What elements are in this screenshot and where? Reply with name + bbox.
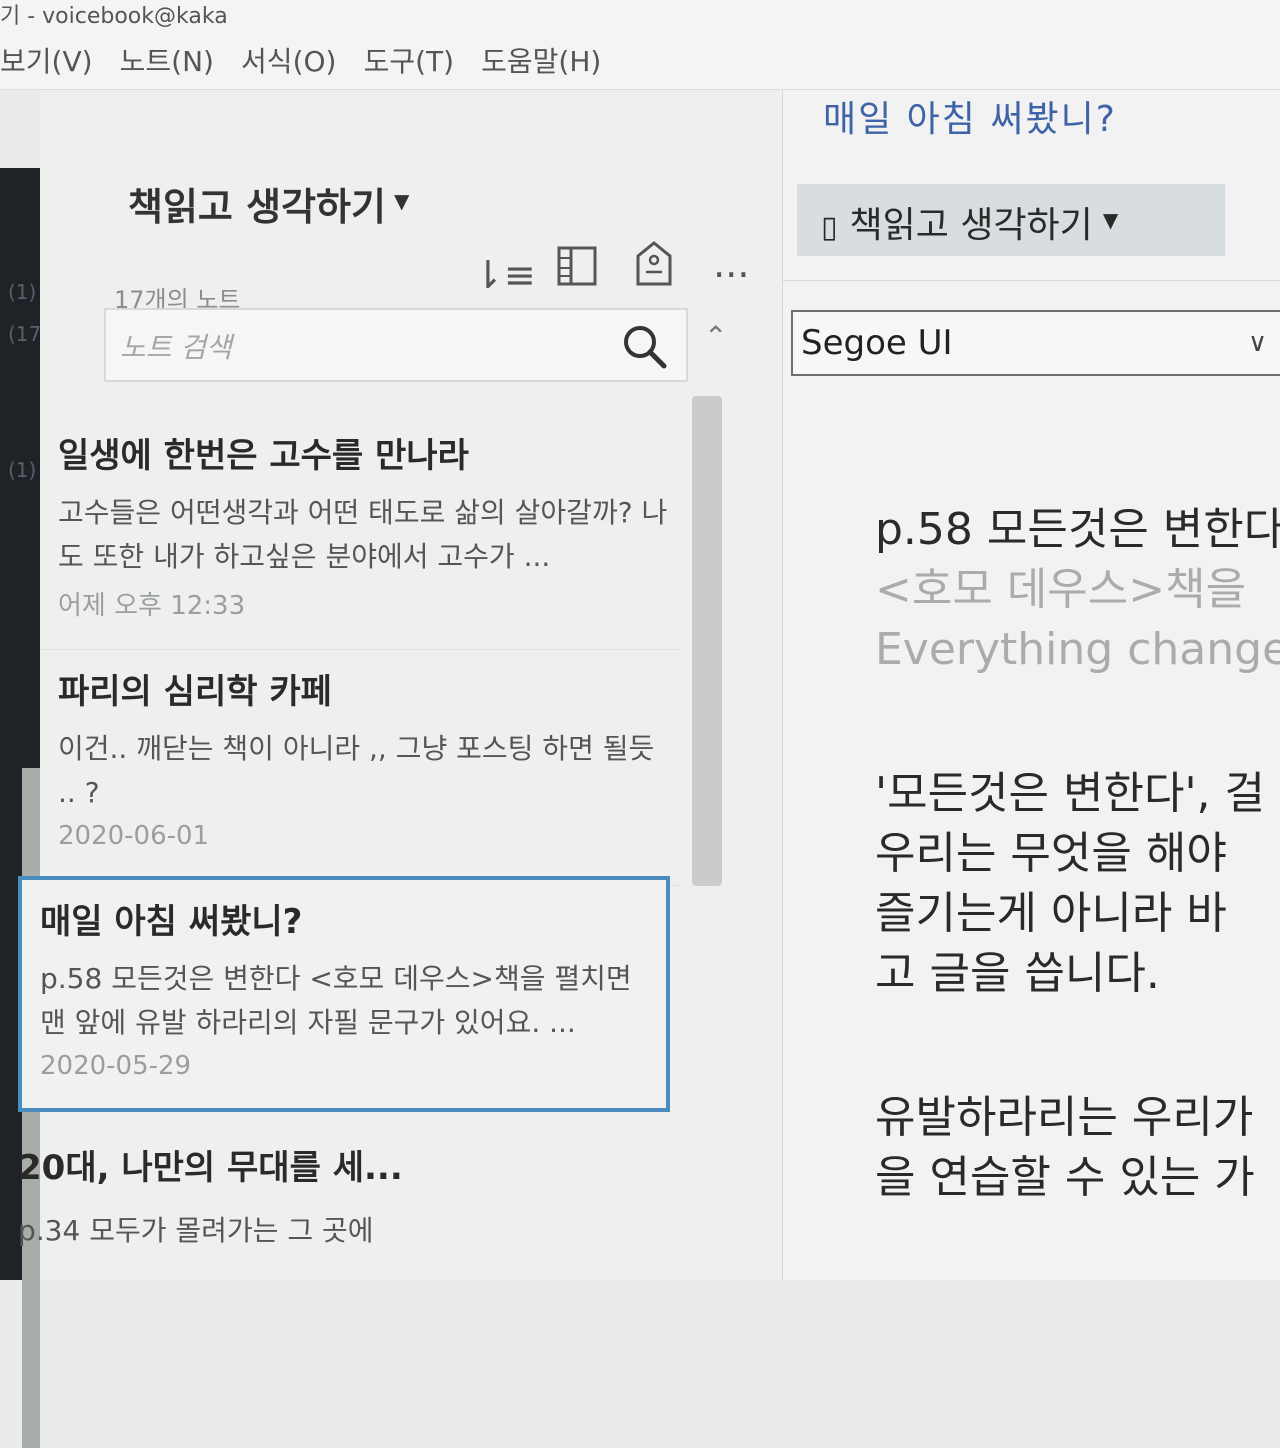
body-line: 고 글을 씁니다. <box>875 948 1160 999</box>
note-list-item[interactable]: 20대, 나만의 무대를 세... p.34 모두가 몰려가는 그 곳에 <box>0 1140 640 1253</box>
sidebar-count-badge[interactable]: (1) <box>8 458 36 482</box>
body-line: '모든것은 변한다', 걸 <box>875 768 1265 819</box>
body-line: <호모 데우스>책을 <box>875 564 1247 615</box>
note-snippet: 이건.. 깨닫는 책이 아니라 ,, 그냥 포스팅 하면 될듯 .. ? <box>58 732 655 809</box>
tag-icon[interactable] <box>626 240 682 296</box>
sidebar-count-badge[interactable]: (1) <box>8 280 36 304</box>
font-family-dropdown[interactable]: Segoe UI ∨ <box>791 310 1280 376</box>
menu-bar: 보기(V) 노트(N) 서식(O) 도구(T) 도움말(H) <box>0 34 1280 90</box>
note-title: 매일 아침 써봤니? <box>40 902 303 942</box>
note-list-item[interactable]: 파리의 심리학 카페 이건.. 깨닫는 책이 아니라 ,, 그냥 포스팅 하면 … <box>40 664 680 886</box>
notebook-selector[interactable]: 책읽고 생각하기 ▼ <box>128 176 409 231</box>
chevron-down-icon: ∨ <box>1248 328 1268 358</box>
menu-format[interactable]: 서식(O) <box>241 34 336 90</box>
note-search-box <box>104 308 688 382</box>
font-family-value: Segoe UI <box>801 323 953 363</box>
editor-note-title[interactable]: 매일 아침 써봤니? <box>823 90 1117 142</box>
note-title: 파리의 심리학 카페 <box>58 672 332 712</box>
body-line: 을 연습할 수 있는 가 <box>875 1152 1255 1203</box>
body-line: p.58 모든것은 변한다 <box>875 504 1280 555</box>
note-list-item-selected[interactable]: 매일 아침 써봤니? p.58 모든것은 변한다 <호모 데우스>책을 펼치면 … <box>18 876 670 1112</box>
menu-view[interactable]: 보기(V) <box>0 34 93 90</box>
chevron-up-icon[interactable]: ⌃ <box>704 320 727 353</box>
menu-tools[interactable]: 도구(T) <box>364 34 454 90</box>
note-snippet: 고수들은 어떤생각과 어떤 태도로 삶의 살아갈까? 나도 또한 내가 하고싶은… <box>58 496 668 573</box>
view-icon[interactable] <box>549 244 605 300</box>
note-list-panel: 책읽고 생각하기▼ ⇂≡ ··· 17개의 노트 ⌃ 일생에 한번은 고수를 만… <box>18 90 783 1280</box>
caret-down-icon: ▼ <box>1102 208 1119 232</box>
menu-help[interactable]: 도움말(H) <box>481 34 601 90</box>
menu-note[interactable]: 노트(N) <box>120 34 214 90</box>
notebook-icon: ▯ <box>821 210 838 245</box>
note-title: 일생에 한번은 고수를 만나라 <box>58 436 469 476</box>
body-line: Everything changes <box>875 624 1280 675</box>
window-titlebar: 기 - voicebook@kaka <box>0 0 1280 34</box>
note-list-scrollbar[interactable] <box>692 396 722 886</box>
search-input[interactable] <box>118 328 602 366</box>
note-date: 2020-05-29 <box>40 1051 192 1081</box>
note-title: 20대, 나만의 무대를 세... <box>18 1148 403 1188</box>
note-date: 어제 오후 12:33 <box>58 591 246 621</box>
body-line: 유발하라리는 우리가 <box>875 1092 1254 1143</box>
body-line: 즐기는게 아니라 바 <box>875 888 1227 939</box>
body-line: 우리는 무엇을 해야 <box>875 828 1227 879</box>
editor-notebook-label: 책읽고 생각하기 <box>849 205 1093 246</box>
editor-divider <box>783 280 1280 281</box>
caret-down-icon: ▼ <box>393 189 410 213</box>
note-date: 2020-06-01 <box>58 821 210 851</box>
note-editor: 매일 아침 써봤니? ▯ 책읽고 생각하기 ▼ Segoe UI ∨ p.58 모든… <box>783 90 1280 1280</box>
window-title: 기 - voicebook@kaka <box>0 4 228 29</box>
editor-notebook-selector[interactable]: ▯ 책읽고 생각하기 ▼ <box>797 184 1225 256</box>
note-snippet: p.34 모두가 몰려가는 그 곳에 <box>18 1214 374 1247</box>
search-icon[interactable] <box>618 320 670 372</box>
note-list-toolbar: ⇂≡ ··· <box>472 240 775 300</box>
sort-icon[interactable]: ⇂≡ <box>472 247 536 303</box>
notebook-title: 책읽고 생각하기 <box>128 185 386 229</box>
editor-body[interactable]: p.58 모든것은 변한다 <호모 데우스>책을 Everything chan… <box>875 500 1280 1208</box>
more-icon[interactable]: ··· <box>703 247 759 303</box>
note-snippet: p.58 모든것은 변한다 <호모 데우스>책을 펼치면 맨 앞에 유발 하라리… <box>40 962 632 1039</box>
note-list-item[interactable]: 일생에 한번은 고수를 만나라 고수들은 어떤생각과 어떤 태도로 삶의 살아갈… <box>40 428 680 650</box>
